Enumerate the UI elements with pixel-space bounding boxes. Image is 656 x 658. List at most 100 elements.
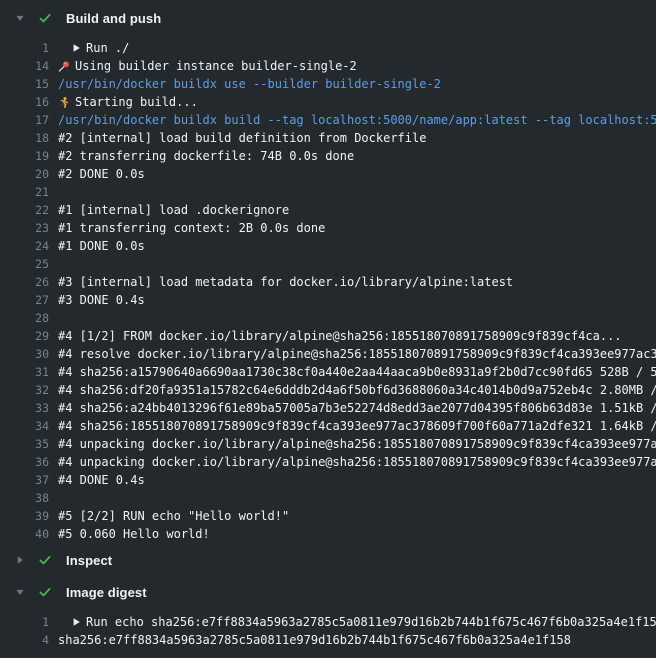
- play-icon: [72, 43, 81, 53]
- line-number[interactable]: 25: [0, 255, 49, 273]
- line-text: #1 transferring context: 2B 0.0s done: [58, 219, 325, 237]
- section-title: Inspect: [66, 553, 112, 568]
- line-number[interactable]: 20: [0, 165, 49, 183]
- runner-icon: [58, 96, 70, 109]
- line-text: #1 [internal] load .dockerignore: [58, 201, 289, 219]
- line-number[interactable]: 1: [0, 39, 49, 57]
- line-text: #4 unpacking docker.io/library/alpine@sh…: [58, 453, 656, 471]
- line-text: #5 0.060 Hello world!: [58, 525, 210, 543]
- log-line: 14 Using builder instance builder-single…: [0, 57, 656, 75]
- line-text: #4 [1/2] FROM docker.io/library/alpine@s…: [58, 327, 622, 345]
- line-text: #4 sha256:df20fa9351a15782c64e6dddb2d4a6…: [58, 381, 656, 399]
- line-number[interactable]: 39: [0, 507, 49, 525]
- log-section: Build and push 1 Run ./ 14 Using builder…: [0, 4, 656, 543]
- line-text: #3 DONE 0.4s: [58, 291, 145, 309]
- line-number[interactable]: 17: [0, 111, 49, 129]
- log-line: 20 #2 DONE 0.0s: [0, 165, 656, 183]
- line-number[interactable]: 14: [0, 57, 49, 75]
- line-text: #2 [internal] load build definition from…: [58, 129, 426, 147]
- line-number[interactable]: 34: [0, 417, 49, 435]
- log-line: 4 sha256:e7ff8834a5963a2785c5a0811e979d1…: [0, 631, 656, 649]
- line-number[interactable]: 40: [0, 525, 49, 543]
- line-number[interactable]: 1: [0, 613, 49, 631]
- line-text: Run ./: [86, 39, 129, 57]
- line-number[interactable]: 24: [0, 237, 49, 255]
- line-number[interactable]: 26: [0, 273, 49, 291]
- chevron-down-icon: [14, 586, 26, 598]
- log-line: 23 #1 transferring context: 2B 0.0s done: [0, 219, 656, 237]
- line-number[interactable]: 31: [0, 363, 49, 381]
- line-text: Starting build...: [75, 93, 198, 111]
- section-header-build-and-push[interactable]: Build and push: [0, 4, 656, 32]
- log-line: 39 #5 [2/2] RUN echo "Hello world!": [0, 507, 656, 525]
- log-line: 40 #5 0.060 Hello world!: [0, 525, 656, 543]
- log-line: 26 #3 [internal] load metadata for docke…: [0, 273, 656, 291]
- line-text: #4 unpacking docker.io/library/alpine@sh…: [58, 435, 656, 453]
- pushpin-icon: [58, 60, 70, 73]
- log-line: 35 #4 unpacking docker.io/library/alpine…: [0, 435, 656, 453]
- line-text: /usr/bin/docker buildx use --builder bui…: [58, 75, 441, 93]
- chevron-down-icon: [15, 587, 25, 597]
- chevron-down-icon: [14, 12, 26, 24]
- line-number[interactable]: 30: [0, 345, 49, 363]
- log-line: 1 Run ./: [0, 39, 656, 57]
- check-icon: [37, 10, 53, 26]
- log-lines: 1 Run ./ 14 Using builder instance build…: [0, 39, 656, 543]
- line-text: #2 DONE 0.0s: [58, 165, 145, 183]
- chevron-right-icon: [14, 554, 26, 566]
- line-text: #4 resolve docker.io/library/alpine@sha2…: [58, 345, 656, 363]
- line-number[interactable]: 4: [0, 631, 49, 649]
- section-title: Image digest: [66, 585, 147, 600]
- log-line: 16 Starting build...: [0, 93, 656, 111]
- log-section: Image digest 1 Run echo sha256:e7ff8834a…: [0, 578, 656, 649]
- log-line: 30 #4 resolve docker.io/library/alpine@s…: [0, 345, 656, 363]
- log-line: 36 #4 unpacking docker.io/library/alpine…: [0, 453, 656, 471]
- log-line: 25: [0, 255, 656, 273]
- line-number[interactable]: 32: [0, 381, 49, 399]
- line-number[interactable]: 35: [0, 435, 49, 453]
- section-title: Build and push: [66, 11, 161, 26]
- line-number[interactable]: 15: [0, 75, 49, 93]
- pushpin-icon: [58, 60, 70, 73]
- line-number[interactable]: 27: [0, 291, 49, 309]
- workflow-log-viewer: Build and push 1 Run ./ 14 Using builder…: [0, 0, 656, 649]
- line-number[interactable]: 28: [0, 309, 49, 327]
- log-lines: 1 Run echo sha256:e7ff8834a5963a2785c5a0…: [0, 613, 656, 649]
- line-number[interactable]: 33: [0, 399, 49, 417]
- play-icon: [72, 617, 83, 628]
- line-text: #4 sha256:a15790640a6690aa1730c38cf0a440…: [58, 363, 656, 381]
- log-line: 24 #1 DONE 0.0s: [0, 237, 656, 255]
- log-line: 32 #4 sha256:df20fa9351a15782c64e6dddb2d…: [0, 381, 656, 399]
- log-line: 17 /usr/bin/docker buildx build --tag lo…: [0, 111, 656, 129]
- log-section: Inspect: [0, 546, 656, 574]
- check-icon: [37, 584, 53, 600]
- line-text: #5 [2/2] RUN echo "Hello world!": [58, 507, 289, 525]
- log-group-toggle[interactable]: Run echo sha256:e7ff8834a5963a2785c5a081…: [58, 613, 656, 631]
- line-number[interactable]: 16: [0, 93, 49, 111]
- line-text: #4 sha256:185518070891758909c9f839cf4ca3…: [58, 417, 656, 435]
- line-text: Run echo sha256:e7ff8834a5963a2785c5a081…: [86, 613, 656, 631]
- line-number[interactable]: 29: [0, 327, 49, 345]
- play-icon: [72, 43, 83, 54]
- log-line: 21: [0, 183, 656, 201]
- log-line: 22 #1 [internal] load .dockerignore: [0, 201, 656, 219]
- log-line: 34 #4 sha256:185518070891758909c9f839cf4…: [0, 417, 656, 435]
- section-header-inspect[interactable]: Inspect: [0, 546, 656, 574]
- line-number[interactable]: 36: [0, 453, 49, 471]
- log-line: 29 #4 [1/2] FROM docker.io/library/alpin…: [0, 327, 656, 345]
- line-text: /usr/bin/docker buildx build --tag local…: [58, 111, 656, 129]
- log-line: 1 Run echo sha256:e7ff8834a5963a2785c5a0…: [0, 613, 656, 631]
- line-number[interactable]: 18: [0, 129, 49, 147]
- line-number[interactable]: 23: [0, 219, 49, 237]
- section-header-image-digest[interactable]: Image digest: [0, 578, 656, 606]
- log-group-toggle[interactable]: Run ./: [58, 39, 656, 57]
- log-line: 15 /usr/bin/docker buildx use --builder …: [0, 75, 656, 93]
- line-number[interactable]: 38: [0, 489, 49, 507]
- line-text: #4 DONE 0.4s: [58, 471, 145, 489]
- line-number[interactable]: 19: [0, 147, 49, 165]
- play-icon: [72, 617, 81, 627]
- line-number[interactable]: 21: [0, 183, 49, 201]
- log-line: 18 #2 [internal] load build definition f…: [0, 129, 656, 147]
- line-number[interactable]: 22: [0, 201, 49, 219]
- line-number[interactable]: 37: [0, 471, 49, 489]
